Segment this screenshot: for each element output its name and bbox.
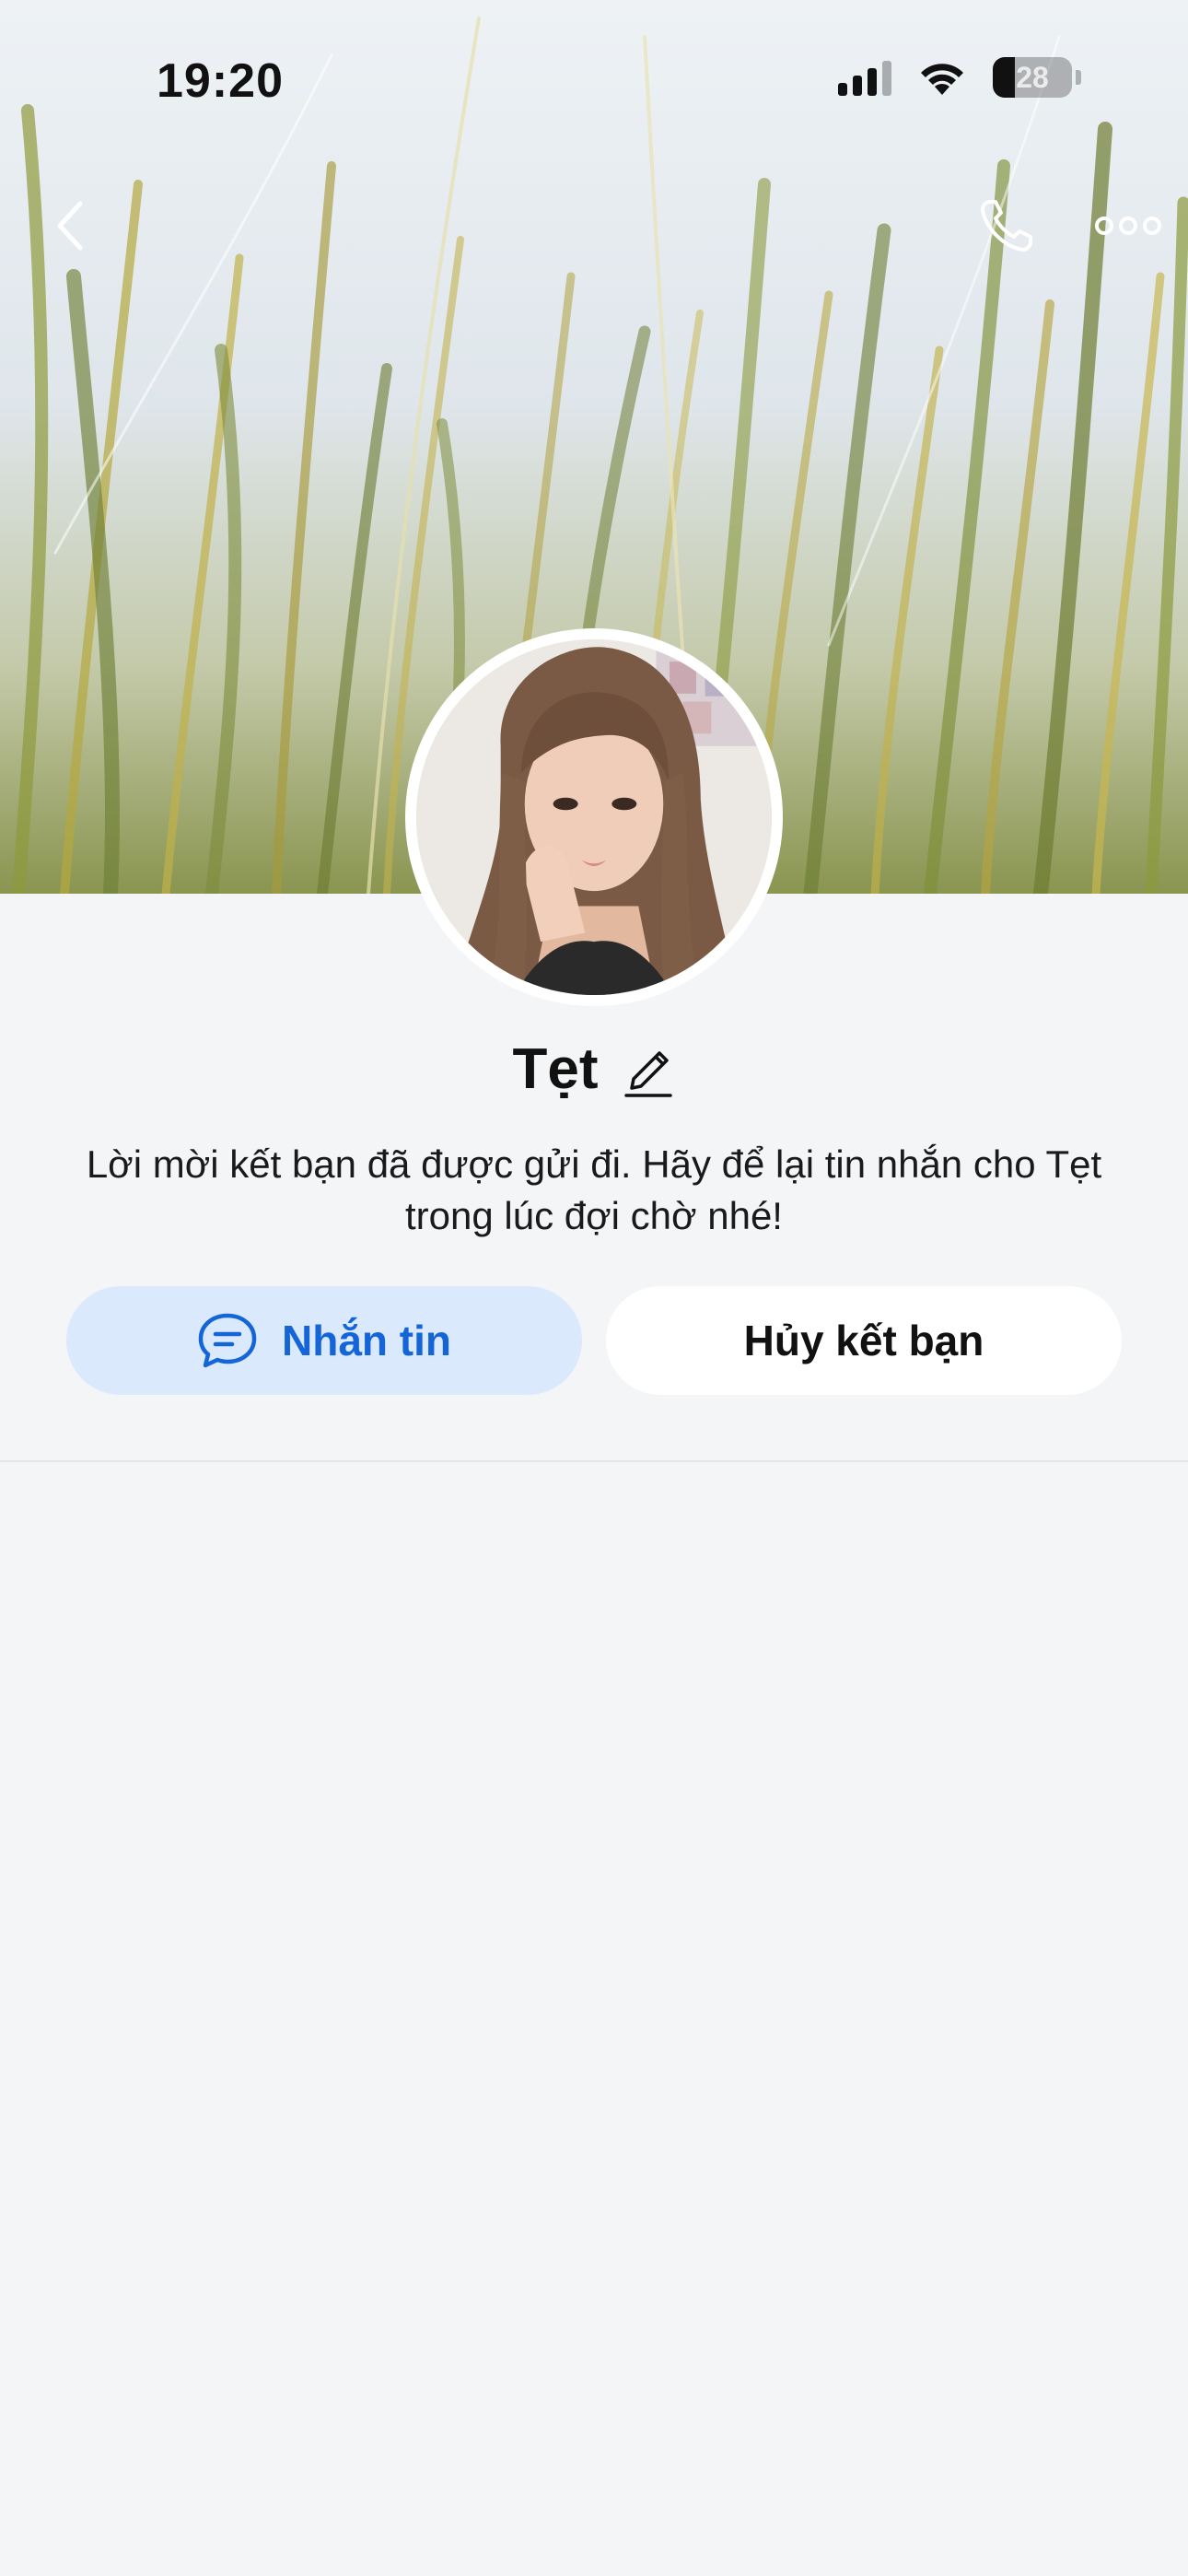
edit-name-button[interactable] (621, 1038, 676, 1099)
status-bar: 19:20 28 (0, 0, 1188, 157)
call-button[interactable] (965, 184, 1048, 267)
signal-icon (838, 59, 891, 96)
status-time: 19:20 (157, 54, 284, 108)
chat-bubble-icon (198, 1313, 257, 1368)
avatar[interactable] (405, 628, 783, 1006)
chevron-left-icon (57, 201, 83, 251)
message-button-label: Nhắn tin (282, 1317, 451, 1364)
avatar-photo (416, 639, 772, 995)
cancel-friend-request-label: Hủy kết bạn (743, 1317, 984, 1364)
more-dots-icon (1095, 217, 1161, 235)
battery-indicator: 28 (993, 57, 1081, 98)
back-button[interactable] (33, 184, 107, 267)
profile-name-row: Tẹt (0, 1032, 1188, 1106)
message-button[interactable]: Nhắn tin (66, 1286, 582, 1395)
status-icons: 28 (838, 57, 1081, 98)
more-options-button[interactable] (1087, 184, 1170, 267)
friend-request-message: Lời mời kết bạn đã được gửi đi. Hãy để l… (86, 1142, 1102, 1237)
pencil-icon (623, 1051, 672, 1097)
battery-level: 28 (1016, 60, 1049, 94)
section-divider (0, 1460, 1188, 1462)
phone-icon (981, 200, 1032, 252)
profile-name: Tẹt (512, 1036, 599, 1101)
cancel-friend-request-button[interactable]: Hủy kết bạn (606, 1286, 1122, 1395)
wifi-icon (921, 64, 963, 95)
battery-icon: 28 (993, 57, 1072, 98)
profile-screen: 19:20 28 Tẹt Lời mời kết bạn đã được gửi… (0, 0, 1188, 2576)
